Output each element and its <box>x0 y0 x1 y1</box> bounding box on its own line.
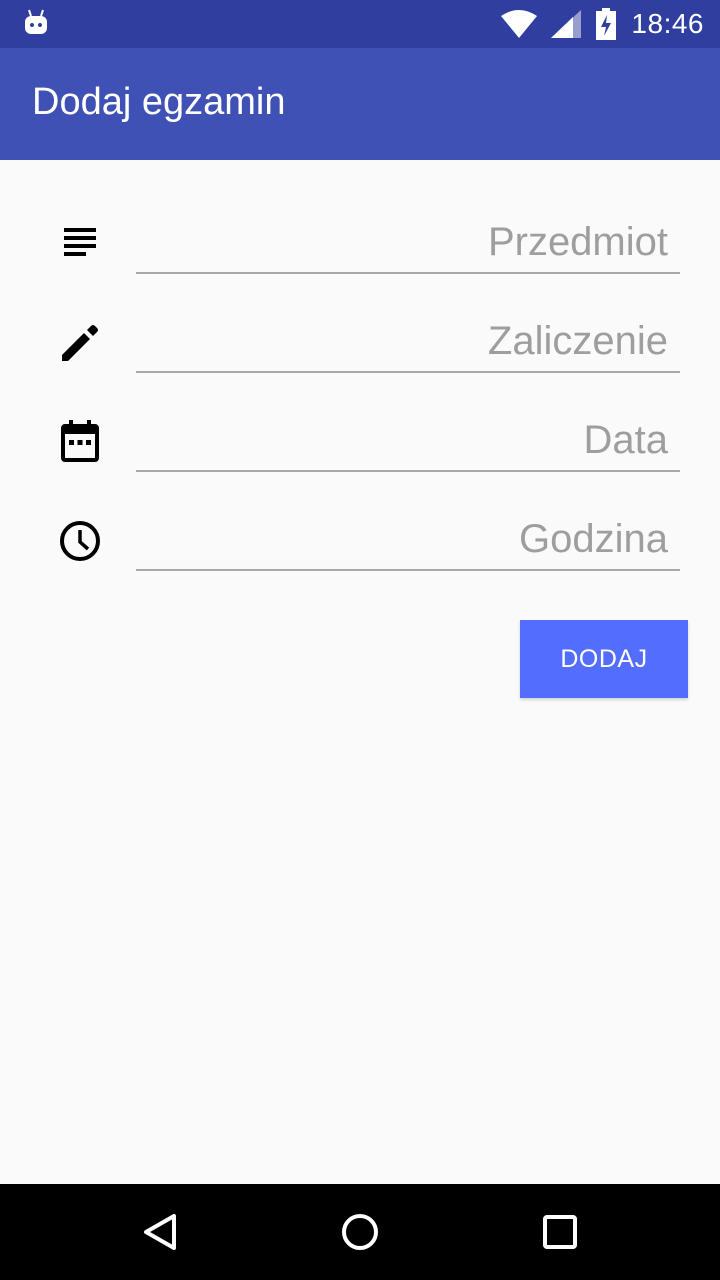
home-icon[interactable] <box>336 1208 384 1256</box>
date-input[interactable]: Data <box>136 408 680 472</box>
calendar-icon <box>61 420 99 462</box>
battery-charging-icon <box>596 8 617 40</box>
status-right: 18:46 <box>501 0 704 48</box>
pencil-icon <box>62 325 98 361</box>
credit-row: Zaliczenie <box>0 299 720 389</box>
add-button[interactable]: DODAJ <box>520 620 688 698</box>
clock-icon <box>60 521 100 561</box>
navigation-bar <box>0 1184 720 1280</box>
time-input[interactable]: Godzina <box>136 507 680 571</box>
date-placeholder: Data <box>583 418 669 462</box>
app-bar: Dodaj egzamin <box>0 48 720 160</box>
page-title: Dodaj egzamin <box>32 81 286 123</box>
status-time: 18:46 <box>631 8 704 39</box>
time-row: Godzina <box>0 497 720 587</box>
subject-input[interactable]: Przedmiot <box>136 210 680 274</box>
date-row: Data <box>0 398 720 488</box>
android-debug-icon <box>25 9 47 34</box>
credit-input[interactable]: Zaliczenie <box>136 309 680 373</box>
credit-placeholder: Zaliczenie <box>487 319 668 363</box>
signal-icon <box>551 10 582 38</box>
subject-lines-icon <box>64 228 96 256</box>
time-placeholder: Godzina <box>519 517 668 561</box>
subject-placeholder: Przedmiot <box>487 220 668 264</box>
subject-row: Przedmiot <box>0 200 720 290</box>
recents-icon[interactable] <box>536 1208 584 1256</box>
wifi-icon <box>501 10 538 38</box>
status-bar: 18:46 <box>0 0 720 48</box>
back-icon[interactable] <box>136 1208 184 1256</box>
